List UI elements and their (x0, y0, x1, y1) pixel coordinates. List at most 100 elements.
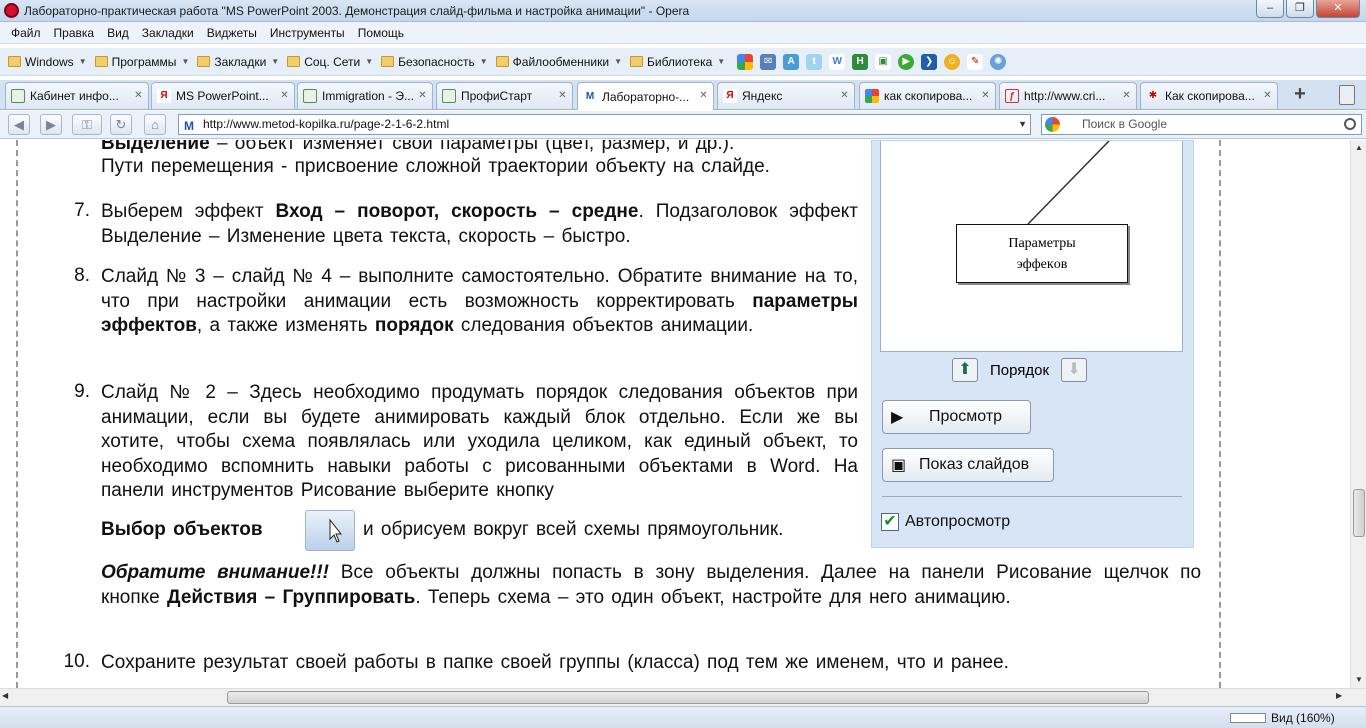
checkmark-icon: ✔ (881, 513, 899, 531)
twitter-icon[interactable]: t (806, 53, 823, 70)
chevron-down-icon: ▼ (614, 57, 622, 66)
close-icon[interactable]: ✕ (1120, 89, 1133, 102)
bookmark-folder-social[interactable]: Соц. Сети ▼ (287, 55, 373, 69)
menu-help[interactable]: Помощь (358, 26, 404, 40)
search-icon[interactable] (1344, 118, 1356, 130)
move-up-icon[interactable]: ⬆ (952, 358, 978, 382)
tab-powerpoint[interactable]: Я MS PowerPoint... ✕ (151, 82, 295, 109)
order-label: Порядок (990, 361, 1050, 379)
slideshow-icon: ▣ (891, 457, 907, 474)
trash-icon[interactable] (1339, 85, 1355, 105)
flower-icon[interactable]: ✺ (990, 53, 1007, 70)
tab-laboratory[interactable]: M Лабораторно-... ✕ (577, 82, 714, 110)
google-icon[interactable] (737, 53, 754, 70)
scroll-thumb[interactable] (1353, 489, 1365, 537)
metod-icon: M (585, 90, 595, 102)
smiley-icon[interactable]: ☺ (944, 53, 961, 70)
close-button[interactable]: ✕ (1316, 0, 1360, 18)
animation-pane-image: Параметры эффекoв ⬆ Порядок ⬇ ▶ Просмотр ▣… (871, 140, 1194, 548)
scroll-down-icon[interactable]: ▼ (1351, 672, 1366, 688)
preview-button[interactable]: ▶ Просмотр (882, 400, 1031, 434)
tab-cri[interactable]: ƒ http://www.cri... ✕ (999, 82, 1137, 109)
list-item-7: Выберем эффект Вход – поворот, скорость … (101, 201, 858, 247)
close-icon[interactable]: ✕ (278, 89, 291, 102)
select-objects-text: и обрисуем вокруг всей схемы прямоугольн… (363, 519, 784, 540)
yandex-icon: Я (157, 89, 171, 103)
site-icon: M (184, 119, 194, 133)
google-icon (1045, 117, 1060, 132)
close-icon[interactable]: ✕ (838, 89, 851, 102)
preview-label: Просмотр (929, 408, 1003, 425)
chevron-down-icon: ▼ (717, 57, 726, 66)
close-icon[interactable]: ✕ (979, 89, 992, 102)
page-icon (11, 89, 25, 103)
menu-file[interactable]: Файл (11, 26, 41, 40)
list-number: 8. (74, 265, 90, 286)
tab-immigration[interactable]: Immigration - Э... ✕ (297, 82, 433, 109)
page-border-right (1219, 140, 1221, 688)
mail-icon[interactable]: ✉ (760, 53, 777, 70)
move-down-icon[interactable]: ⬇ (1061, 358, 1088, 382)
close-icon[interactable]: ✕ (556, 89, 569, 102)
close-icon[interactable]: ✕ (416, 89, 429, 102)
menu-widgets[interactable]: Виджеты (207, 26, 257, 40)
video-icon[interactable]: ▣ (875, 53, 892, 70)
vertical-scrollbar[interactable]: ▲ ▼ (1350, 140, 1366, 688)
menu-edit[interactable]: Правка (54, 26, 95, 40)
bookmark-folder-security[interactable]: Безопасность ▼ (381, 55, 488, 69)
opera-logo-icon[interactable] (4, 3, 19, 18)
autopreview-checkbox[interactable]: ✔ Автопросмотр (881, 513, 1010, 531)
page-icon (303, 89, 317, 103)
reload-button[interactable]: ↻ (110, 114, 132, 135)
scroll-up-icon[interactable]: ▲ (1351, 140, 1366, 156)
chevron-down-icon[interactable]: ▼ (1018, 115, 1027, 134)
tab-copy-google[interactable]: как скопирова... ✕ (859, 82, 996, 109)
callout-text: Параметры (1008, 236, 1076, 251)
wikipedia-icon[interactable]: W (829, 53, 846, 70)
list-number: 10. (63, 651, 90, 672)
h-icon[interactable]: H (852, 53, 869, 70)
menu-view[interactable]: Вид (107, 26, 129, 40)
close-icon[interactable]: ✕ (1261, 89, 1274, 102)
tab-profistart[interactable]: ПрофиСтарт ✕ (436, 82, 573, 109)
scroll-thumb[interactable] (227, 691, 1149, 704)
minimize-button[interactable]: ‒ (1256, 0, 1284, 18)
tab-copy-2[interactable]: ✱ Как скопирова... ✕ (1140, 82, 1278, 109)
menu-bookmarks[interactable]: Закладки (142, 26, 194, 40)
pen-icon[interactable]: ✎ (967, 53, 984, 70)
url-text: http://www.metod-kopilka.ru/page-2-1-6-2… (203, 117, 450, 131)
new-tab-button[interactable]: + (1288, 84, 1312, 106)
bookmark-folder-filehosts[interactable]: Файлообменники ▼ (495, 55, 622, 69)
arrow-icon[interactable]: ❯ (921, 53, 938, 70)
translate-icon[interactable]: A (783, 53, 800, 70)
home-button[interactable]: ⌂ (144, 114, 166, 135)
bookmark-folder-programs[interactable]: Программы ▼ (94, 55, 189, 69)
horizontal-scrollbar[interactable]: ◀ ▶ (0, 688, 1366, 706)
close-icon[interactable]: ✕ (132, 89, 145, 102)
maximize-button[interactable]: ❐ (1286, 0, 1314, 18)
menu-tools[interactable]: Инструменты (270, 26, 345, 40)
key-icon[interactable]: ⚿ (72, 114, 102, 135)
bookmark-folder-library[interactable]: Библиотека ▼ (630, 55, 725, 69)
forward-button[interactable]: ▶ (40, 114, 62, 135)
bug-icon: ✱ (1148, 90, 1158, 101)
tab-yandex[interactable]: Я Яндекс ✕ (717, 82, 855, 109)
close-icon[interactable]: ✕ (697, 89, 710, 102)
tab-kabinet[interactable]: Кабинет инфо... ✕ (5, 82, 149, 109)
folder-icon (197, 56, 211, 67)
slideshow-button[interactable]: ▣ Показ слайдов (882, 448, 1054, 482)
scroll-right-icon[interactable]: ▶ (1336, 691, 1342, 700)
back-button[interactable]: ◀ (8, 114, 30, 135)
zoom-level[interactable]: Вид (160%) (1271, 711, 1335, 725)
url-input[interactable]: M http://www.metod-kopilka.ru/page-2-1-6… (178, 114, 1031, 135)
play-icon: ▶ (891, 409, 904, 426)
play-icon[interactable]: ▶ (898, 53, 915, 70)
select-objects-icon[interactable] (305, 510, 355, 551)
scroll-left-icon[interactable]: ◀ (2, 691, 8, 700)
tab-label: Яндекс (742, 89, 783, 103)
menu-bar: Файл Правка Вид Закладки Виджеты Инструм… (0, 22, 1366, 44)
zoom-slider[interactable] (1230, 713, 1266, 723)
search-input[interactable]: Поиск в Google (1041, 114, 1362, 135)
bookmark-folder-windows[interactable]: Windows ▼ (8, 55, 87, 69)
bookmark-folder-bookmarks[interactable]: Закладки ▼ (197, 55, 279, 69)
